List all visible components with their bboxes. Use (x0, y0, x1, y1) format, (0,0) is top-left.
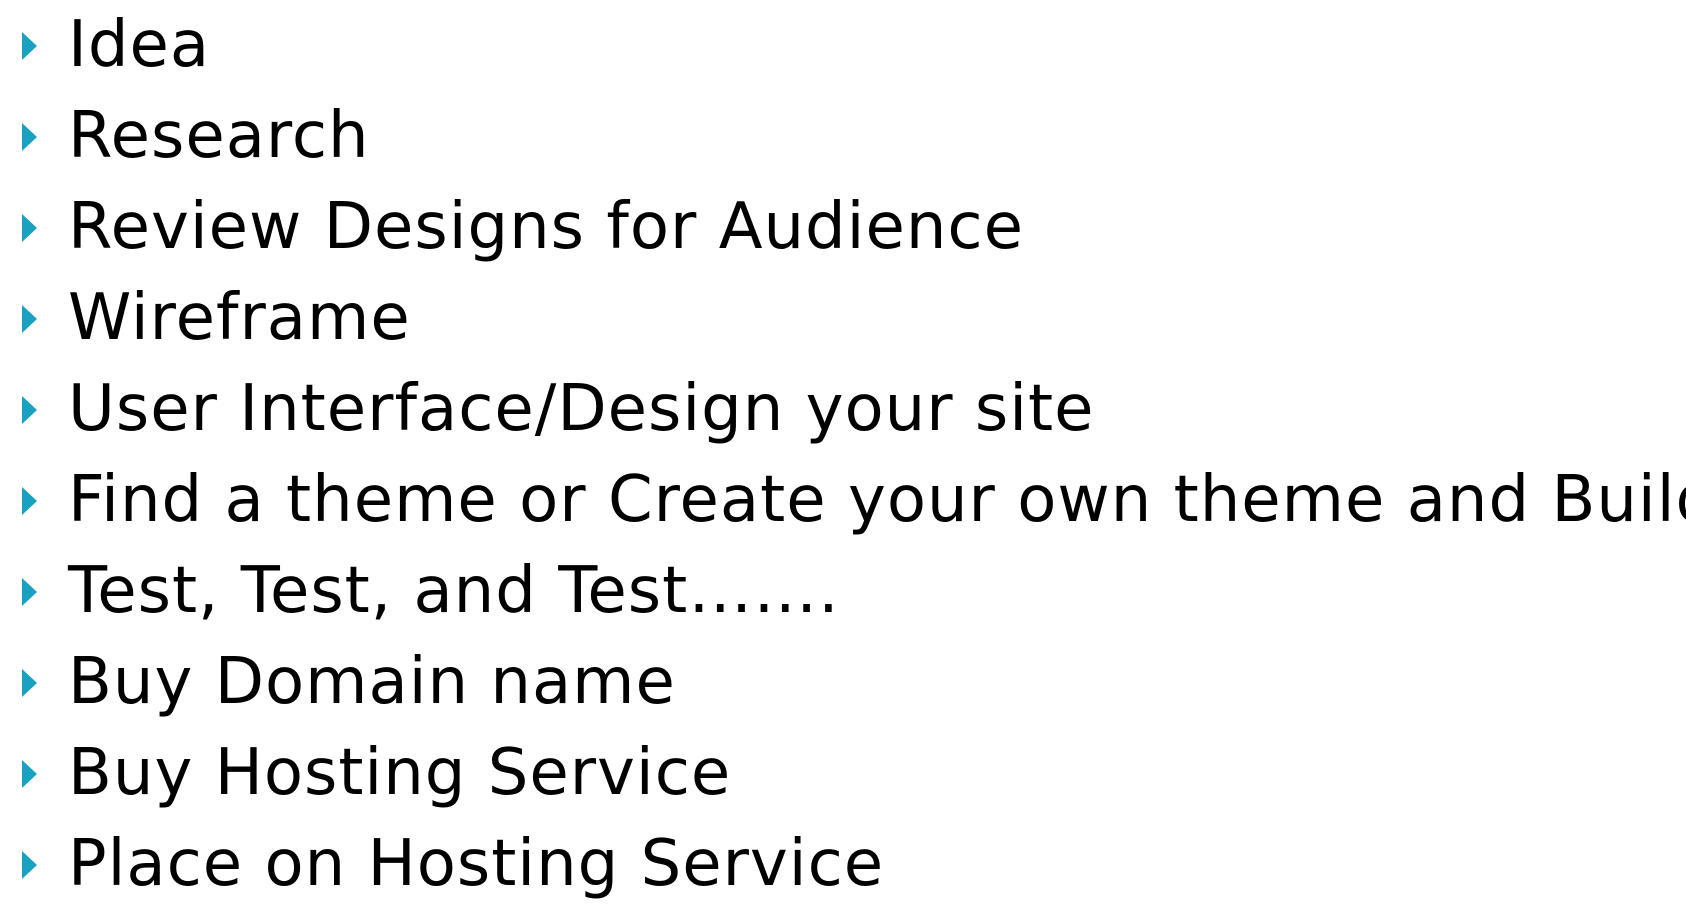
list-item: Review Designs for Audience (0, 182, 1686, 273)
list-item: Buy Domain name (0, 637, 1686, 728)
list-item-label: Idea (68, 8, 211, 82)
list-item-label: Research (68, 99, 370, 173)
triangle-right-icon (22, 668, 37, 697)
triangle-right-icon (22, 213, 37, 242)
triangle-right-icon (22, 31, 37, 60)
bullet-list: Idea Research Review Designs for Audienc… (0, 0, 1686, 910)
list-item: Place on Hosting Service (0, 819, 1686, 910)
list-item-label: Find a theme or Create your own theme an… (68, 463, 1686, 537)
triangle-right-icon (22, 486, 37, 515)
triangle-right-icon (22, 577, 37, 606)
slide: Idea Research Review Designs for Audienc… (0, 0, 1686, 901)
list-item-label: Buy Hosting Service (68, 736, 732, 810)
list-item-label: Buy Domain name (68, 645, 676, 719)
list-item: Test, Test, and Test……. (0, 546, 1686, 637)
list-item: Find a theme or Create your own theme an… (0, 455, 1686, 546)
list-item-label: Wireframe (68, 281, 411, 355)
list-item: Buy Hosting Service (0, 728, 1686, 819)
list-item-label: User Interface/Design your site (68, 372, 1095, 446)
list-item-label: Place on Hosting Service (68, 827, 885, 901)
list-item: Idea (0, 0, 1686, 91)
triangle-right-icon (22, 395, 37, 424)
triangle-right-icon (22, 122, 37, 151)
list-item-label: Test, Test, and Test……. (68, 554, 840, 628)
triangle-right-icon (22, 850, 37, 879)
list-item: User Interface/Design your site (0, 364, 1686, 455)
triangle-right-icon (22, 759, 37, 788)
list-item: Research (0, 91, 1686, 182)
list-item: Wireframe (0, 273, 1686, 364)
triangle-right-icon (22, 304, 37, 333)
list-item-label: Review Designs for Audience (68, 190, 1024, 264)
